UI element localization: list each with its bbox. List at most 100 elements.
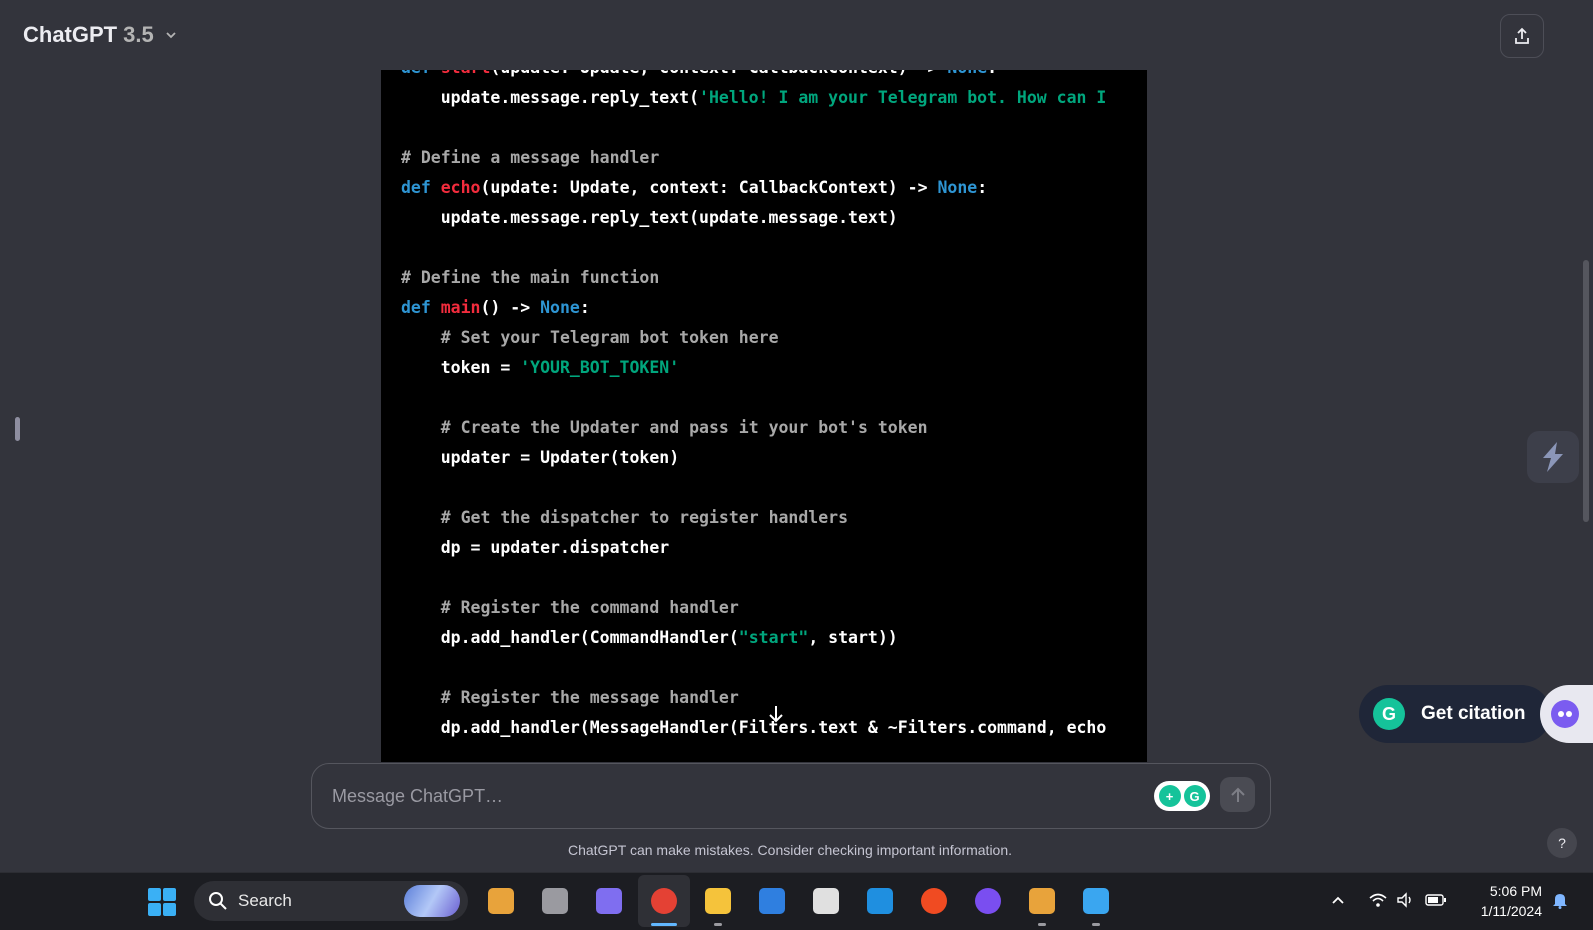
vscode-icon [867,888,893,914]
snipping-tool-app[interactable] [809,884,843,918]
code-token: : [579,298,590,317]
copilot-icon [488,888,514,914]
folder-icon [705,888,731,914]
taskbar: Search 5:06 PM 1/11/2024 [0,872,1593,930]
code-token: () -> [480,298,541,317]
scroll-to-bottom-button[interactable] [760,698,792,730]
code-line: dp.add_handler(CommandHandler("start", s… [401,623,1106,653]
send-button[interactable] [1220,777,1255,812]
todo-app[interactable] [755,884,789,918]
extension-sidebar-button[interactable] [1527,431,1579,483]
code-token: # Register the message handler [440,688,739,707]
code-token: dp.add_handler(MessageHandler(Filters.te… [401,718,1107,737]
code-line: # Register the command handler [401,593,1106,623]
share-button[interactable] [1500,14,1544,58]
photos-icon [1083,888,1109,914]
chrome-app[interactable] [647,884,681,918]
code-line: # Set your Telegram bot token here [401,323,1106,353]
citation-label: Get citation [1421,703,1526,724]
code-token: : [987,70,997,77]
code-line: def start(update: Update, context: Callb… [401,70,1106,83]
code-block: def start(update: Update, context: Callb… [381,70,1147,762]
code-line: updater = Updater(token) [401,443,1106,473]
lightning-icon [1543,442,1563,472]
snip-icon [813,888,839,914]
code-token: # Set your Telegram bot token here [440,328,779,347]
arrow-up-icon [1230,787,1245,802]
start-tile [163,888,176,901]
code-line: dp.add_handler(MessageHandler(Filters.te… [401,713,1107,743]
code-token: def [401,70,441,77]
firefox-icon [975,888,1001,914]
brave-icon [921,888,947,914]
git-app[interactable] [1025,884,1059,918]
disclaimer-text: ChatGPT can make mistakes. Consider chec… [567,842,1013,858]
taskbar-search[interactable]: Search [194,881,468,921]
firefox-app[interactable] [971,884,1005,918]
wifi-icon[interactable] [1366,887,1390,913]
model-name: ChatGPT [23,22,118,47]
code-token: 'Hello! I am your Telegram bot. How can … [699,88,1107,107]
grammarly-widget[interactable]: + G [1154,781,1210,811]
code-token: dp.add_handler(CommandHandler( [401,628,739,647]
code-token: echo [440,178,481,197]
notification-bell-icon[interactable] [1548,887,1572,913]
code-token: None [540,298,580,317]
start-tile [148,888,161,901]
brave-app[interactable] [917,884,951,918]
code-token: "start" [738,628,809,647]
code-token: # Register the command handler [440,598,739,617]
sidebar-toggle-handle[interactable] [15,417,20,441]
running-indicator [1092,923,1100,926]
grammarly-bulb-icon[interactable]: + [1158,785,1181,807]
code-token: (update: Update, context: CallbackContex… [480,178,938,197]
assistant-bubble-button[interactable] [1540,685,1593,743]
model-version: 3.5 [123,22,154,47]
windows-start-button[interactable] [148,888,176,916]
model-selector[interactable]: ChatGPT 3.5 [23,22,178,48]
bot-face-icon [1551,700,1579,728]
code-content: def start(update: Update, context: Callb… [401,70,1106,743]
copilot-app[interactable] [592,884,626,918]
code-token: def [401,178,441,197]
help-button[interactable]: ? [1547,828,1577,858]
vscode-app[interactable] [863,884,897,918]
code-token: dp = updater.dispatcher [401,538,670,557]
top-header: ChatGPT 3.5 [0,0,1593,70]
code-line: def main() -> None: [401,293,1106,323]
battery-icon[interactable] [1424,887,1448,913]
grammarly-icon: G [1373,698,1405,730]
code-line: update.message.reply_text(update.message… [401,203,1106,233]
code-line: # Define a message handler [401,143,1106,173]
task-view-app[interactable] [538,884,572,918]
chevron-down-icon [166,32,176,39]
copilot-pre-app[interactable] [484,884,518,918]
git-icon [1029,888,1055,914]
copilot-hex-icon [596,888,622,914]
file-explorer-app[interactable] [701,884,735,918]
message-composer[interactable]: Message ChatGPT… + G [311,763,1271,829]
chrome-icon [651,888,677,914]
system-clock[interactable]: 5:06 PM 1/11/2024 [1466,881,1542,921]
code-token: updater = Updater(token) [401,448,680,467]
photos-app[interactable] [1079,884,1113,918]
arrow-down-icon [769,706,783,723]
page-scrollbar[interactable] [1583,260,1589,522]
code-token: update.message.reply_text(update.message… [401,208,898,227]
grammarly-g-icon[interactable]: G [1183,785,1206,807]
task-view-icon [542,888,568,914]
code-token: # Create the Updater and pass it your bo… [440,418,928,437]
get-citation-button[interactable]: G Get citation [1359,685,1551,743]
volume-icon[interactable] [1394,887,1418,913]
message-input[interactable]: Message ChatGPT… [332,786,503,807]
chevron-up-icon[interactable] [1326,887,1350,913]
code-token: # Define a message handler [401,148,660,167]
code-token: (update: Update, context: CallbackContex… [490,70,947,77]
